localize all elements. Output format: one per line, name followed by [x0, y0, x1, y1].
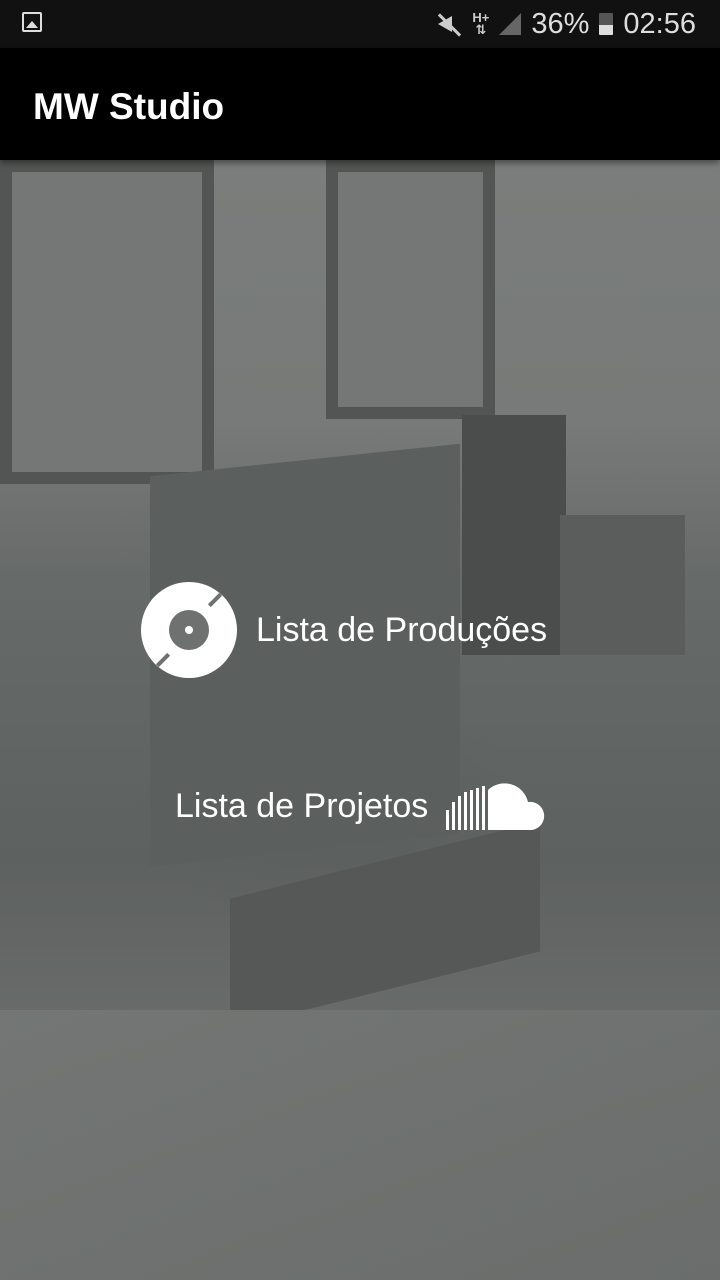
disc-icon: [141, 582, 237, 678]
signal-icon: [499, 13, 522, 35]
menu-item-projetos[interactable]: Lista de Projetos: [175, 780, 546, 832]
soundcloud-icon: [446, 783, 545, 830]
gallery-icon: [22, 12, 42, 32]
studio-background-image: [0, 160, 720, 1280]
battery-percent: 36%: [531, 7, 590, 40]
battery-charging-icon: [599, 13, 614, 35]
mute-icon: [436, 12, 462, 36]
status-bar: H+ ⇅ 36% 02:56: [0, 0, 720, 48]
app-bar: MW Studio: [0, 48, 720, 160]
app-title: MW Studio: [33, 86, 225, 127]
menu-item-producoes[interactable]: Lista de Produções: [141, 582, 547, 678]
picture-frame: [326, 160, 495, 419]
network-type: H+: [472, 10, 490, 25]
clock: 02:56: [623, 7, 696, 40]
menu-item-label: Lista de Projetos: [175, 786, 429, 825]
desk: [0, 1010, 720, 1280]
amplifier: [560, 515, 685, 655]
network-type-icon: H+ ⇅: [472, 10, 490, 37]
picture-frame: [0, 160, 214, 484]
menu-item-label: Lista de Produções: [256, 610, 548, 649]
